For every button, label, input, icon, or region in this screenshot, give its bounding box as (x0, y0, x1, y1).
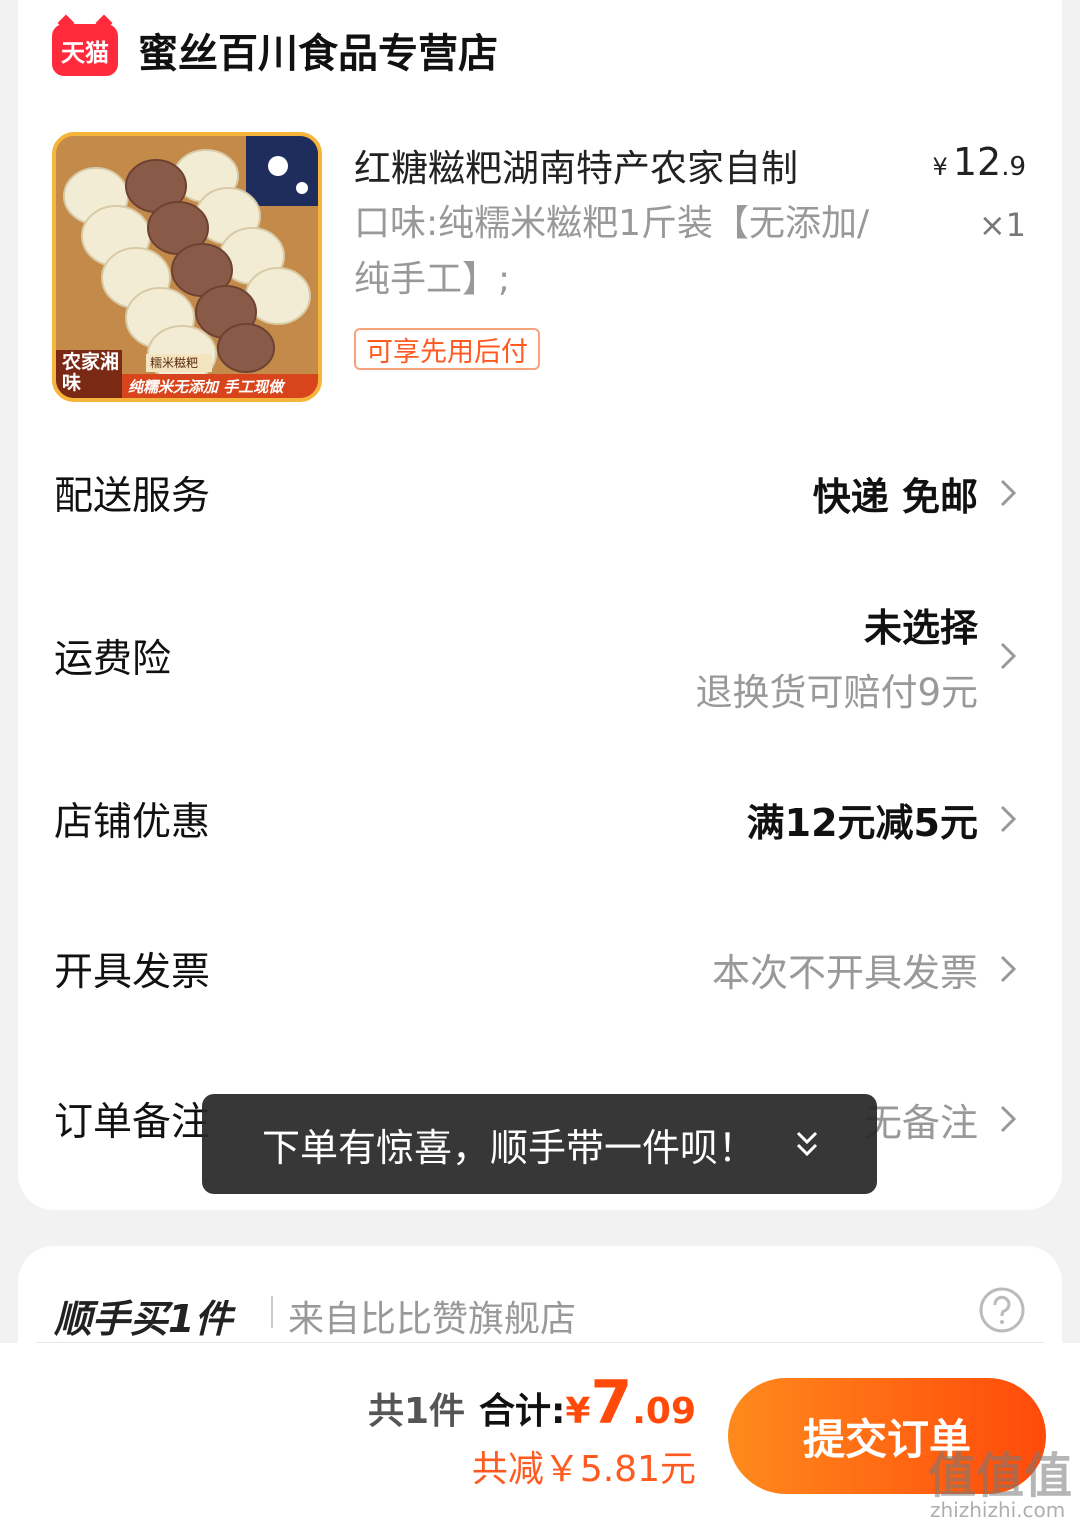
total-currency: ¥ (565, 1391, 591, 1432)
tmall-logo: 天猫 (52, 24, 118, 76)
order-card: 天猫 蜜丝百川食品专营店 农家湘味 糯米糍粑 纯糯米无添加 手工现做 红糖糍粑湖… (18, 0, 1062, 1210)
total-integer: 7 (590, 1368, 633, 1438)
addon-separator (271, 1296, 273, 1328)
delivery-label: 配送服务 (54, 474, 211, 519)
row-delivery[interactable]: 配送服务 快递 免邮 (54, 448, 1026, 538)
note-label: 订单备注 (54, 1100, 211, 1145)
invoice-label: 开具发票 (54, 950, 211, 995)
total-label: 合计: (479, 1391, 566, 1432)
price-currency: ¥ (932, 153, 948, 181)
pay-later-badge: 可享先用后付 (354, 328, 540, 370)
double-chevron-down-icon[interactable] (792, 1127, 822, 1161)
product-spec: 口味:纯糯米糍粑1斤装【无添加/纯手工】; (354, 203, 870, 300)
row-shipping-insurance[interactable]: 运费险 未选择 退换货可赔付9元 (54, 590, 1026, 722)
note-value: 无备注 (863, 1100, 978, 1145)
chevron-right-icon (1000, 805, 1017, 833)
product-price: ¥ 12.9 (932, 140, 1026, 184)
promo-toast[interactable]: 下单有惊喜，顺手带一件呗！ (202, 1094, 877, 1194)
row-invoice[interactable]: 开具发票 本次不开具发票 (54, 924, 1026, 1014)
addon-source: 来自比比赞旗舰店 (288, 1299, 577, 1340)
watermark-url: zhizhizhi.com (930, 1498, 1066, 1522)
price-decimal: .9 (1001, 152, 1026, 182)
row-store-discount[interactable]: 店铺优惠 满12元减5元 (54, 774, 1026, 864)
item-count: 共1件 (367, 1391, 465, 1432)
product-quantity: ×1 (978, 206, 1026, 244)
total-decimal: .09 (632, 1391, 696, 1432)
addon-title: 顺手买1件 (54, 1297, 233, 1341)
insurance-value: 未选择 (863, 605, 978, 650)
order-total: 共1件 合计: ¥ 7 .09 (368, 1368, 696, 1438)
image-banner-text: 纯糯米无添加 手工现做 (128, 378, 284, 396)
delivery-value: 快递 免邮 (812, 474, 978, 519)
store-header[interactable]: 天猫 蜜丝百川食品专营店 (52, 20, 498, 80)
chevron-right-icon (1000, 642, 1017, 670)
toast-text: 下单有惊喜，顺手带一件呗！ (262, 1125, 757, 1170)
store-name[interactable]: 蜜丝百川食品专营店 (138, 21, 498, 79)
price-integer: 12 (952, 140, 1002, 184)
help-icon[interactable] (978, 1286, 1026, 1334)
chevron-right-icon (1000, 479, 1017, 507)
invoice-value: 本次不开具发票 (711, 950, 978, 995)
insurance-sub: 退换货可赔付9元 (695, 670, 978, 714)
watermark: 值值值 (928, 1448, 1073, 1504)
image-corner-text: 农家湘味 (62, 351, 120, 394)
total-saving: 共减￥5.81元 (471, 1449, 696, 1490)
image-tag-text: 糯米糍粑 (150, 356, 199, 370)
chevron-right-icon (1000, 955, 1017, 983)
discount-value: 满12元减5元 (746, 800, 978, 845)
product-title[interactable]: 红糖糍粑湖南特产农家自制 (354, 138, 798, 192)
product-image[interactable]: 农家湘味 糯米糍粑 纯糯米无添加 手工现做 (52, 132, 322, 402)
insurance-label: 运费险 (54, 637, 172, 682)
discount-label: 店铺优惠 (54, 800, 211, 845)
chevron-right-icon (1000, 1105, 1017, 1133)
